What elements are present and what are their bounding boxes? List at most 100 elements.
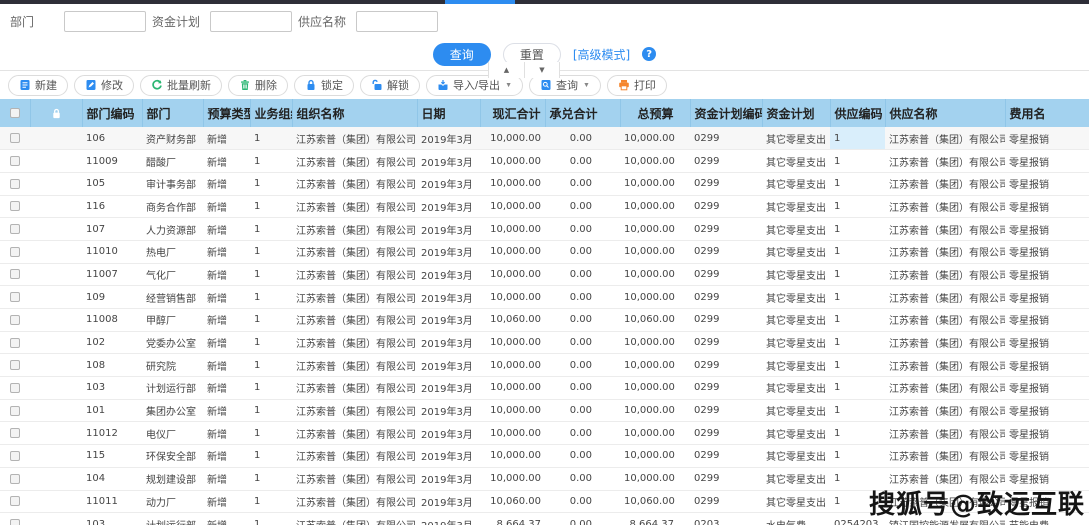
table-row[interactable]: 108 研究院 新增 1 江苏索普（集团）有限公司 2019年3月 10,000.00 0.0… (0, 353, 1089, 378)
cell-dept-code[interactable]: 108 (82, 353, 142, 378)
cell-fund-plan[interactable]: 水电气费 (762, 512, 830, 525)
cell-budget-type[interactable]: 新增 (203, 285, 250, 309)
row-checkbox[interactable] (10, 405, 20, 416)
cell-acceptance-total[interactable]: 0.00 (545, 127, 620, 151)
row-checkbox[interactable] (10, 201, 20, 212)
cell-budget-type[interactable]: 新增 (203, 490, 250, 514)
cell-budget-type[interactable]: 新增 (203, 172, 250, 196)
column-header-supplier-code[interactable]: 供应编码 (830, 99, 886, 127)
cell-dept-code[interactable]: 107 (82, 217, 142, 241)
cell-acceptance-total[interactable]: 0.00 (545, 285, 620, 309)
cell-supplier-code[interactable]: 1 (830, 240, 885, 264)
cell-org-name[interactable]: 江苏索普（集团）有限公司 (292, 331, 417, 355)
cell-supplier-code[interactable]: 1 (830, 353, 885, 378)
cell-total-budget[interactable]: 10,000.00 (620, 399, 690, 423)
cell-budget-type[interactable]: 新增 (203, 331, 250, 355)
cell-fund-plan[interactable]: 其它零星支出 (762, 331, 830, 355)
cell-date[interactable]: 2019年3月 (417, 195, 480, 219)
cell-biz-org-code[interactable]: 1 (250, 444, 292, 468)
toolbar-button-3[interactable]: 批量刷新 (140, 74, 222, 96)
table-row[interactable]: 11010 热电厂 新增 1 江苏索普（集团）有限公司 2019年3月 10,000.00 0… (0, 240, 1089, 264)
cell-org-name[interactable]: 江苏索普（集团）有限公司 (292, 421, 417, 446)
cell-dept-code[interactable]: 103 (82, 512, 142, 525)
cell-biz-org-code[interactable]: 1 (250, 467, 292, 491)
cell-supplier-name[interactable]: 江苏索普（集团）有限公司 (885, 285, 1005, 309)
cell-expense-name[interactable]: 零星报销 (1005, 399, 1089, 423)
cell-dept[interactable]: 研究院 (142, 353, 203, 378)
cell-supplier-code[interactable]: 1 (830, 172, 885, 196)
cell-cash-total[interactable]: 10,000.00 (480, 240, 545, 264)
cell-dept[interactable]: 计划运行部 (142, 376, 203, 400)
table-row[interactable]: 109 经营销售部 新增 1 江苏索普（集团）有限公司 2019年3月 10,000.00 0… (0, 285, 1089, 309)
cell-cash-total[interactable]: 10,060.00 (480, 308, 545, 332)
cell-supplier-code[interactable]: 1 (830, 376, 885, 400)
row-select-cell[interactable] (0, 308, 30, 332)
cell-acceptance-total[interactable]: 0.00 (545, 512, 620, 525)
column-header-expense-name[interactable]: 费用名 (1005, 99, 1089, 127)
cell-dept-code[interactable]: 103 (82, 376, 142, 400)
collapse-up-icon[interactable]: ▲ (488, 62, 524, 78)
help-icon[interactable]: ? (642, 47, 657, 61)
cell-supplier-code[interactable]: 1 (830, 421, 885, 446)
cell-fund-plan[interactable]: 其它零星支出 (762, 240, 830, 264)
cell-biz-org-code[interactable]: 1 (250, 399, 292, 423)
cell-fund-plan-code[interactable]: 0203 (690, 512, 762, 525)
cell-supplier-code[interactable]: 1 (830, 308, 885, 332)
cell-total-budget[interactable]: 10,000.00 (620, 331, 690, 355)
row-checkbox[interactable] (10, 292, 20, 303)
cell-biz-org-code[interactable]: 1 (250, 285, 292, 309)
cell-acceptance-total[interactable]: 0.00 (545, 467, 620, 491)
column-header-dept-code[interactable]: 部门编码 (82, 99, 143, 127)
cell-total-budget[interactable]: 10,000.00 (620, 444, 690, 468)
cell-expense-name[interactable]: 零星报销 (1005, 353, 1089, 378)
cell-org-name[interactable]: 江苏索普（集团）有限公司 (292, 217, 417, 241)
cell-supplier-code[interactable]: 1 (830, 467, 885, 491)
cell-expense-name[interactable]: 零星报销 (1005, 172, 1089, 196)
row-select-cell[interactable] (0, 467, 30, 491)
row-select-cell[interactable] (0, 331, 30, 355)
cell-biz-org-code[interactable]: 1 (250, 172, 292, 196)
select-all-header[interactable] (0, 99, 31, 127)
row-checkbox[interactable] (10, 269, 20, 280)
cell-fund-plan-code[interactable]: 0299 (690, 263, 762, 287)
column-header-date[interactable]: 日期 (417, 99, 481, 127)
cell-date[interactable]: 2019年3月 (417, 399, 480, 423)
cell-total-budget[interactable]: 10,000.00 (620, 149, 690, 173)
cell-budget-type[interactable]: 新增 (203, 127, 250, 151)
cell-budget-type[interactable]: 新增 (203, 376, 250, 400)
cell-date[interactable]: 2019年3月 (417, 512, 480, 525)
cell-total-budget[interactable]: 10,000.00 (620, 172, 690, 196)
cell-total-budget[interactable]: 10,060.00 (620, 490, 690, 514)
cell-biz-org-code[interactable]: 1 (250, 240, 292, 264)
row-select-cell[interactable] (0, 353, 30, 378)
cell-fund-plan-code[interactable]: 0299 (690, 195, 762, 219)
cell-biz-org-code[interactable]: 1 (250, 490, 292, 514)
cell-supplier-name[interactable]: 江苏索普（集团）有限公司 (885, 376, 1005, 400)
cell-cash-total[interactable]: 10,060.00 (480, 490, 545, 514)
row-select-cell[interactable] (0, 127, 30, 151)
cell-dept-code[interactable]: 11011 (82, 490, 142, 514)
cell-fund-plan[interactable]: 其它零星支出 (762, 217, 830, 241)
cell-org-name[interactable]: 江苏索普（集团）有限公司 (292, 467, 417, 491)
cell-supplier-name[interactable]: 江苏索普（集团）有限公司 (885, 421, 1005, 446)
row-checkbox[interactable] (10, 224, 20, 235)
column-header-fund-plan[interactable]: 资金计划 (762, 99, 831, 127)
collapse-down-icon[interactable]: ▼ (524, 62, 560, 78)
cell-budget-type[interactable]: 新增 (203, 149, 250, 173)
cell-biz-org-code[interactable]: 1 (250, 149, 292, 173)
cell-dept[interactable]: 人力资源部 (142, 217, 203, 241)
cell-budget-type[interactable]: 新增 (203, 263, 250, 287)
cell-total-budget[interactable]: 10,000.00 (620, 285, 690, 309)
cell-supplier-code[interactable]: 1 (830, 444, 885, 468)
row-checkbox[interactable] (10, 496, 20, 507)
cell-org-name[interactable]: 江苏索普（集团）有限公司 (292, 399, 417, 423)
cell-dept[interactable]: 党委办公室 (142, 331, 203, 355)
row-select-cell[interactable] (0, 444, 30, 468)
cell-fund-plan[interactable]: 其它零星支出 (762, 149, 830, 173)
cell-budget-type[interactable]: 新增 (203, 467, 250, 491)
table-row[interactable]: 11011 动力厂 新增 1 江苏索普（集团）有限公司 2019年3月 10,060.00 0… (0, 490, 1089, 514)
row-checkbox[interactable] (10, 360, 20, 371)
cell-supplier-code[interactable]: 1 (830, 399, 885, 423)
cell-acceptance-total[interactable]: 0.00 (545, 195, 620, 219)
column-header-budget-type[interactable]: 预算类型 (203, 99, 251, 127)
